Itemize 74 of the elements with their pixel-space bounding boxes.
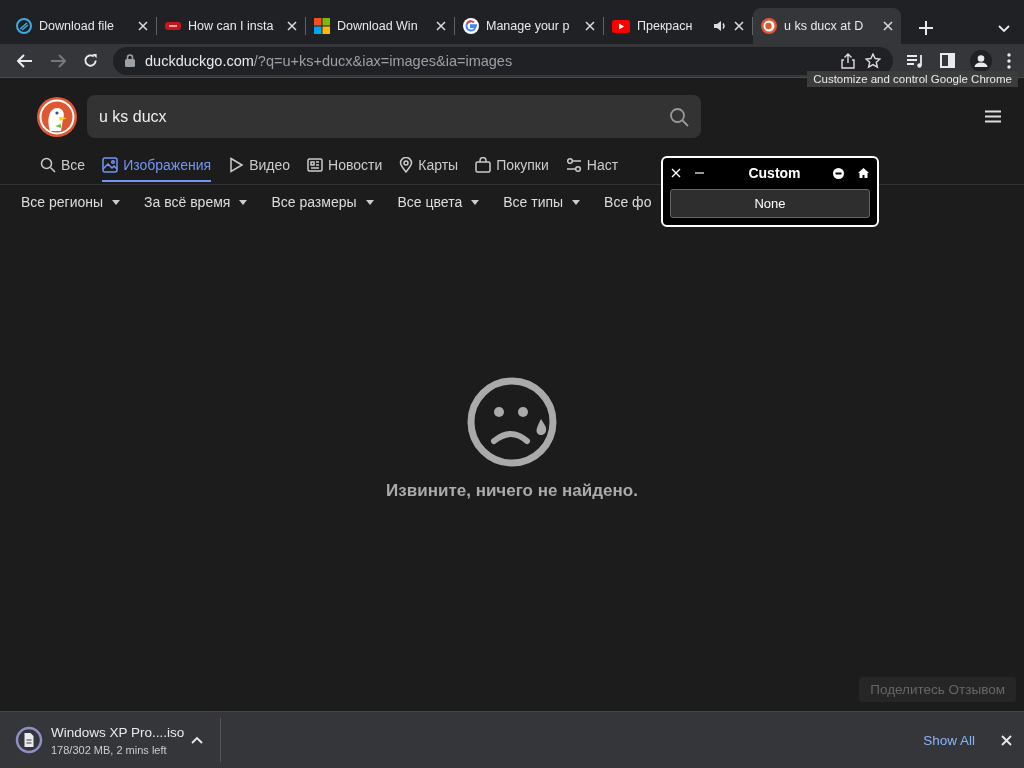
caret-icon — [471, 199, 480, 205]
windows-icon — [314, 18, 330, 34]
close-icon[interactable] — [734, 21, 744, 31]
nav-tab[interactable]: Изображения — [102, 150, 212, 182]
search-icon — [40, 157, 56, 173]
file-download-icon — [15, 726, 43, 754]
filter-dropdown[interactable]: Все типы — [503, 193, 581, 211]
filter-dropdown[interactable]: Все регионы — [21, 193, 121, 211]
map-pin-icon — [399, 157, 414, 173]
sliders-icon — [565, 157, 582, 173]
dialog-title: Custom — [747, 165, 802, 181]
share-icon[interactable] — [841, 52, 855, 69]
forward-icon[interactable] — [49, 53, 66, 68]
search-icon[interactable] — [669, 106, 689, 127]
newspaper-icon — [307, 157, 324, 173]
browser-tab[interactable]: Download file — [8, 8, 156, 44]
swirl-icon — [16, 18, 32, 34]
side-panel-icon[interactable] — [940, 53, 955, 68]
sad-face-icon — [467, 377, 557, 467]
filter-dropdown[interactable]: Все размеры — [271, 193, 374, 211]
duck-logo-icon — [761, 18, 777, 34]
nav-tab[interactable]: Карты — [399, 150, 459, 182]
caret-icon — [572, 199, 581, 205]
tooltip: Customize and control Google Chrome — [807, 71, 1018, 87]
caret-icon — [239, 199, 248, 205]
nav-tab[interactable]: Наст — [565, 150, 619, 182]
more-menu-icon[interactable] — [1007, 52, 1011, 69]
duck-logo-icon[interactable] — [37, 96, 77, 137]
close-icon[interactable] — [1001, 734, 1012, 746]
none-button[interactable]: None — [670, 189, 870, 218]
filter-dropdown[interactable]: Все цвета — [397, 193, 480, 211]
no-results-message: Извините, ничего не найдено. — [386, 481, 638, 501]
shopping-bag-icon — [475, 157, 492, 173]
address-bar[interactable]: duckduckgo.com/?q=u+ks+ducx&iax=images&ia=images — [113, 46, 893, 75]
speaker-icon[interactable] — [713, 20, 727, 32]
home-icon[interactable] — [858, 168, 869, 178]
browser-tab[interactable]: Прекрасн — [604, 8, 752, 44]
nav-tab[interactable]: Новости — [307, 150, 383, 182]
close-icon[interactable] — [585, 21, 595, 31]
search-field[interactable]: u ks ducx — [87, 95, 701, 138]
browser-tab[interactable]: u ks ducx at D — [753, 8, 901, 44]
browser-tab[interactable]: Manage your p — [455, 8, 603, 44]
caret-icon — [365, 199, 374, 205]
show-all-button[interactable]: Show All — [923, 732, 975, 748]
download-filename[interactable]: Windows XP Pro....iso — [51, 724, 191, 740]
star-icon[interactable] — [865, 52, 881, 69]
nav-tab[interactable]: Все — [40, 150, 86, 182]
youtube-icon — [612, 19, 630, 33]
nav-tab[interactable]: Покупки — [475, 150, 549, 182]
nav-tab[interactable]: Видео — [228, 150, 291, 182]
close-icon[interactable] — [138, 21, 148, 31]
browser-tab[interactable]: Download Win — [306, 8, 454, 44]
filter-dropdown[interactable]: За всё время — [144, 193, 248, 211]
new-tab-icon[interactable] — [919, 21, 933, 35]
url-text: duckduckgo.com/?q=u+ks+ducx&iax=images&ia=images — [145, 52, 514, 69]
filter-dropdown[interactable]: Все фо — [604, 193, 652, 211]
back-icon[interactable] — [16, 53, 33, 68]
no-entry-icon[interactable] — [833, 167, 844, 179]
profile-icon[interactable] — [970, 49, 992, 72]
close-icon[interactable] — [287, 21, 297, 31]
menu-icon[interactable] — [985, 110, 1001, 123]
download-status: 178/302 MB, 2 mins left — [51, 743, 168, 756]
browser-tab[interactable]: How can I insta — [157, 8, 305, 44]
play-icon — [228, 157, 245, 173]
close-icon[interactable] — [883, 21, 893, 31]
lock-icon — [125, 54, 135, 67]
chevron-down-icon[interactable] — [998, 25, 1010, 33]
caret-icon — [112, 199, 121, 205]
media-queue-icon[interactable] — [907, 53, 925, 68]
image-icon — [102, 157, 119, 173]
google-icon — [463, 18, 479, 34]
chevron-up-icon[interactable] — [191, 736, 203, 744]
close-icon[interactable] — [436, 21, 446, 31]
reload-icon[interactable] — [83, 53, 98, 68]
